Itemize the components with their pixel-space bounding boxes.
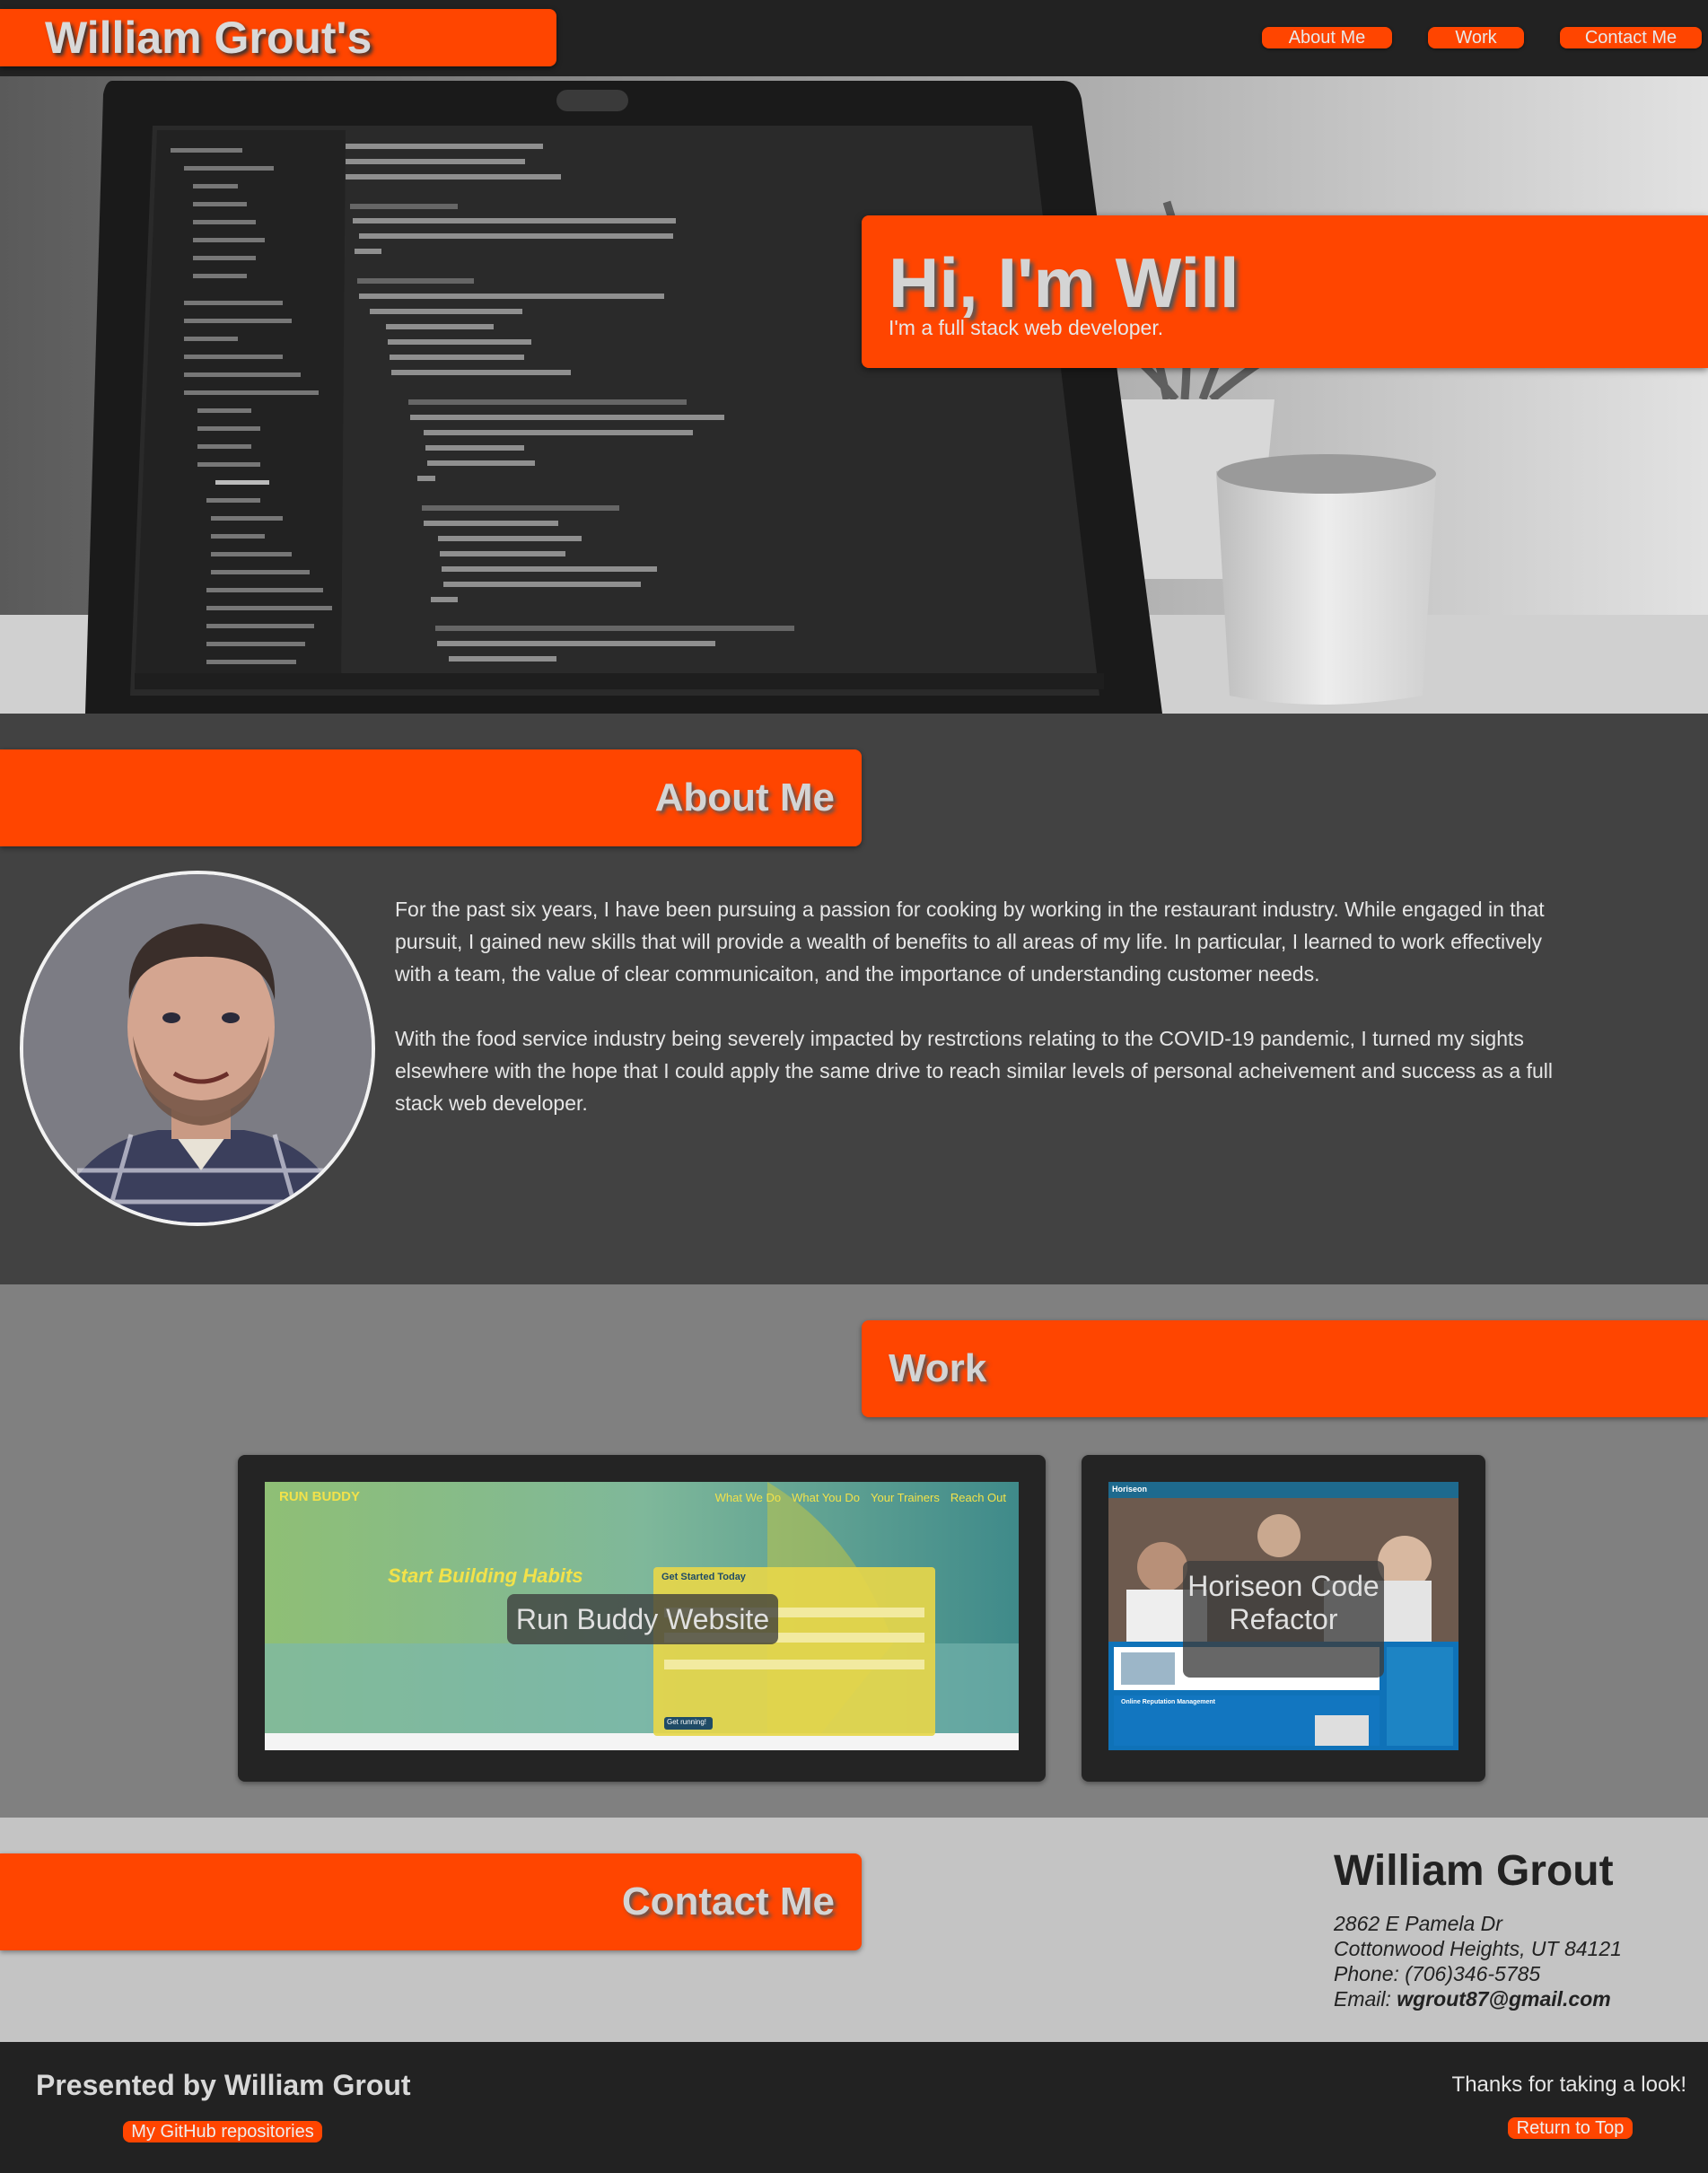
project-card-run-buddy[interactable]: RUN BUDDY What We Do What You Do Your Tr…: [238, 1455, 1046, 1782]
site-header: William Grout's Portfolio About Me Work …: [0, 0, 1708, 120]
contact-email: Email: wgrout87@gmail.com: [1334, 1987, 1611, 2011]
contact-section: Contact Me William Grout 2862 E Pamela D…: [0, 1818, 1708, 2042]
about-heading: About Me: [0, 749, 862, 846]
run-buddy-form-button: Get running!: [667, 1718, 707, 1726]
footer-thanks: Thanks for taking a look!: [1451, 2072, 1686, 2097]
horiseon-brand: Horiseon: [1112, 1485, 1148, 1494]
footer-presented-by: Presented by William Grout: [36, 2069, 411, 2101]
contact-heading: Contact Me: [0, 1853, 862, 1950]
hero-section: Hi, I'm Will I'm a full stack web develo…: [0, 76, 1708, 714]
about-paragraph: For the past six years, I have been purs…: [395, 898, 1545, 986]
run-buddy-nav: What We Do What You Do Your Trainers Rea…: [715, 1491, 1006, 1504]
run-buddy-nav-item: Reach Out: [950, 1491, 1006, 1504]
about-section: About Me For the past six years, I have …: [0, 714, 1708, 1284]
contact-phone: Phone: (706)346-5785: [1334, 1962, 1540, 1986]
contact-phone-value: (706)346-5785: [1405, 1962, 1541, 1985]
work-heading: Work: [862, 1320, 1708, 1417]
site-title: William Grout's Portfolio: [0, 9, 556, 120]
project-card-horiseon[interactable]: Horiseon Online Reputation Management Ho…: [1082, 1455, 1485, 1782]
hero-heading: Hi, I'm Will: [889, 243, 1239, 322]
run-buddy-nav-item: Your Trainers: [871, 1491, 940, 1504]
return-to-top-link[interactable]: Return to Top: [1508, 2117, 1633, 2139]
contact-phone-label: Phone:: [1334, 1962, 1406, 1985]
contact-street: 2862 E Pamela Dr: [1334, 1912, 1502, 1935]
nav-work-link[interactable]: Work: [1428, 27, 1524, 48]
contact-name: William Grout: [1334, 1847, 1614, 1895]
profile-photo: [20, 871, 375, 1226]
project-title: Run Buddy Website: [507, 1594, 778, 1644]
run-buddy-brand: RUN BUDDY: [279, 1489, 360, 1504]
contact-email-label: Email:: [1334, 1987, 1397, 2011]
horiseon-footer-heading: Online Reputation Management: [1121, 1699, 1216, 1705]
nav-about-link[interactable]: About Me: [1262, 27, 1392, 48]
run-buddy-tagline: Start Building Habits: [388, 1564, 583, 1587]
about-paragraph: With the food service industry being sev…: [395, 1027, 1553, 1115]
work-section: Work RUN BUDDY What We Do What You Do Yo…: [0, 1284, 1708, 1818]
github-link[interactable]: My GitHub repositories: [123, 2121, 322, 2142]
profile-photo-icon: [23, 874, 372, 1222]
project-title: Horiseon Code Refactor: [1183, 1561, 1384, 1678]
run-buddy-nav-item: What You Do: [792, 1491, 860, 1504]
hero-subheading: I'm a full stack web developer.: [889, 316, 1164, 339]
laptop-with-code-photo: [0, 76, 1708, 714]
about-text: For the past six years, I have been purs…: [395, 893, 1580, 1119]
site-footer: Presented by William Grout My GitHub rep…: [0, 2042, 1708, 2173]
contact-city: Cottonwood Heights, UT 84121: [1334, 1937, 1622, 1960]
contact-email-link[interactable]: wgrout87@gmail.com: [1397, 1987, 1610, 2011]
run-buddy-form-title: Get Started Today: [661, 1572, 746, 1582]
nav-contact-link[interactable]: Contact Me: [1560, 27, 1702, 48]
hero-banner: Hi, I'm Will I'm a full stack web develo…: [862, 215, 1708, 368]
run-buddy-nav-item: What We Do: [714, 1491, 782, 1504]
